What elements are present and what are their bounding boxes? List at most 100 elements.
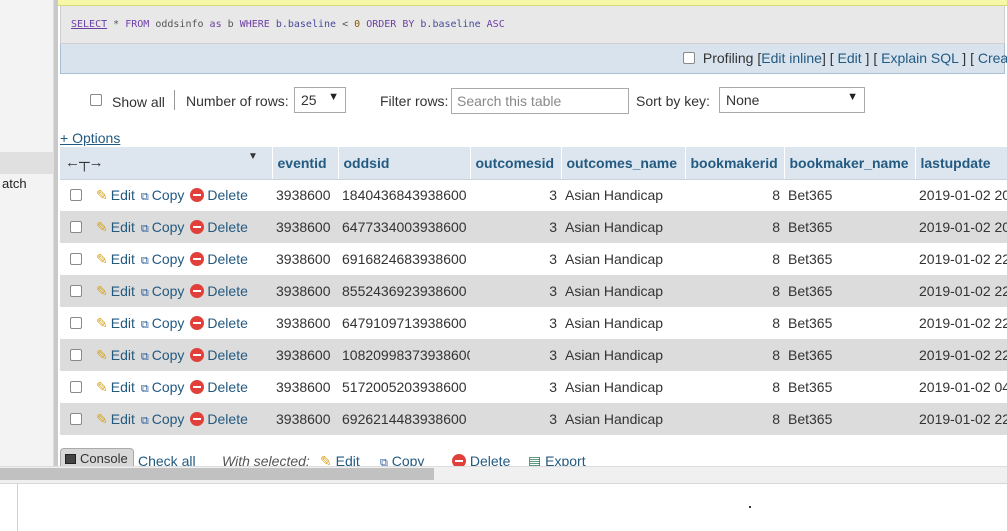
row-copy-button[interactable]: ⧉ Copy bbox=[141, 283, 185, 300]
cell-lastupdate[interactable]: 2019-01-02 04: bbox=[915, 371, 1007, 403]
create-php-code-link[interactable]: Create F bbox=[978, 50, 1007, 66]
console-tab[interactable]: Console bbox=[60, 448, 134, 466]
cell-outcomesid[interactable]: 3 bbox=[470, 179, 561, 211]
bulk-delete-button[interactable]: Delete bbox=[452, 453, 510, 466]
cell-bookmakerid[interactable]: 8 bbox=[685, 403, 784, 435]
row-copy-button[interactable]: ⧉ Copy bbox=[141, 315, 185, 332]
cell-outcomesid[interactable]: 3 bbox=[470, 211, 561, 243]
column-header[interactable]: eventid bbox=[272, 147, 339, 180]
cell-outcomes_name[interactable]: Asian Handicap bbox=[561, 211, 685, 243]
cell-eventid[interactable]: 3938600 bbox=[272, 211, 338, 243]
cell-outcomes_name[interactable]: Asian Handicap bbox=[561, 371, 685, 403]
row-edit-button[interactable]: ✎ Edit bbox=[96, 315, 135, 332]
cell-oddsid[interactable]: 10820998373938600 bbox=[338, 339, 470, 371]
column-header[interactable]: bookmaker_name bbox=[784, 147, 916, 180]
row-delete-button[interactable]: Delete bbox=[190, 315, 248, 331]
table-row[interactable]: ✎ Edit ⧉ Copy Delete 3938600 6916824683938600 3… bbox=[60, 243, 1007, 275]
column-header[interactable]: outcomes_name bbox=[561, 147, 686, 180]
table-row[interactable]: ✎ Edit ⧉ Copy Delete 3938600 6479109713938600 3… bbox=[60, 307, 1007, 339]
row-edit-button[interactable]: ✎ Edit bbox=[96, 187, 135, 204]
row-edit-button[interactable]: ✎ Edit bbox=[96, 379, 135, 396]
cell-oddsid[interactable]: 1840436843938600 bbox=[338, 179, 470, 211]
row-delete-button[interactable]: Delete bbox=[190, 283, 248, 299]
row-edit-button[interactable]: ✎ Edit bbox=[96, 283, 135, 300]
check-all-link[interactable]: Check all bbox=[138, 453, 196, 466]
cell-outcomes_name[interactable]: Asian Handicap bbox=[561, 179, 685, 211]
cell-bookmaker_name[interactable]: Bet365 bbox=[784, 339, 915, 371]
row-copy-button[interactable]: ⧉ Copy bbox=[141, 379, 185, 396]
cell-outcomesid[interactable]: 3 bbox=[470, 307, 561, 339]
row-delete-button[interactable]: Delete bbox=[190, 187, 248, 203]
bulk-export-button[interactable]: ▤ Export bbox=[528, 453, 586, 466]
cell-oddsid[interactable]: 6477334003938600 bbox=[338, 211, 470, 243]
cell-bookmakerid[interactable]: 8 bbox=[685, 179, 784, 211]
cell-bookmaker_name[interactable]: Bet365 bbox=[784, 243, 915, 275]
row-delete-button[interactable]: Delete bbox=[190, 219, 248, 235]
cell-outcomes_name[interactable]: Asian Handicap bbox=[561, 243, 685, 275]
cell-bookmakerid[interactable]: 8 bbox=[685, 211, 784, 243]
row-edit-button[interactable]: ✎ Edit bbox=[96, 251, 135, 268]
cell-oddsid[interactable]: 6479109713938600 bbox=[338, 307, 470, 339]
cell-lastupdate[interactable]: 2019-01-02 20: bbox=[915, 179, 1007, 211]
table-row[interactable]: ✎ Edit ⧉ Copy Delete 3938600 1840436843938600 3… bbox=[60, 179, 1007, 211]
cell-bookmakerid[interactable]: 8 bbox=[685, 307, 784, 339]
column-header[interactable]: lastupdate bbox=[915, 147, 1007, 180]
cell-outcomesid[interactable]: 3 bbox=[470, 243, 561, 275]
cell-outcomesid[interactable]: 3 bbox=[470, 403, 561, 435]
column-header[interactable]: oddsid bbox=[338, 147, 471, 180]
table-row[interactable]: ✎ Edit ⧉ Copy Delete 3938600 6926214483938600 3… bbox=[60, 403, 1007, 435]
options-toggle-link[interactable]: + Options bbox=[60, 130, 120, 146]
cell-eventid[interactable]: 3938600 bbox=[272, 403, 338, 435]
edit-inline-link[interactable]: Edit inline bbox=[761, 50, 822, 66]
row-copy-button[interactable]: ⧉ Copy bbox=[141, 251, 185, 268]
cell-lastupdate[interactable]: 2019-01-02 22: bbox=[915, 339, 1007, 371]
cell-oddsid[interactable]: 6916824683938600 bbox=[338, 243, 470, 275]
table-row[interactable]: ✎ Edit ⧉ Copy Delete 3938600 6477334003938600 3… bbox=[60, 211, 1007, 243]
row-checkbox[interactable] bbox=[70, 188, 82, 201]
row-checkbox[interactable] bbox=[70, 252, 82, 265]
cell-outcomesid[interactable]: 3 bbox=[470, 339, 561, 371]
row-copy-button[interactable]: ⧉ Copy bbox=[141, 411, 185, 428]
cell-eventid[interactable]: 3938600 bbox=[272, 179, 338, 211]
table-row[interactable]: ✎ Edit ⧉ Copy Delete 3938600 5172005203938600 3… bbox=[60, 371, 1007, 403]
row-delete-button[interactable]: Delete bbox=[190, 411, 248, 427]
cell-outcomesid[interactable]: 3 bbox=[470, 275, 561, 307]
cell-outcomesid[interactable]: 3 bbox=[470, 371, 561, 403]
table-row[interactable]: ✎ Edit ⧉ Copy Delete 3938600 10820998373938600… bbox=[60, 339, 1007, 371]
row-checkbox[interactable] bbox=[70, 316, 82, 329]
cell-lastupdate[interactable]: 2019-01-02 20: bbox=[915, 211, 1007, 243]
row-delete-button[interactable]: Delete bbox=[190, 347, 248, 363]
cell-eventid[interactable]: 3938600 bbox=[272, 339, 338, 371]
row-checkbox[interactable] bbox=[70, 412, 82, 425]
cell-bookmaker_name[interactable]: Bet365 bbox=[784, 371, 915, 403]
cell-outcomes_name[interactable]: Asian Handicap bbox=[561, 339, 685, 371]
row-checkbox[interactable] bbox=[70, 380, 82, 393]
bulk-edit-button[interactable]: ✎ Edit bbox=[320, 453, 360, 466]
row-edit-button[interactable]: ✎ Edit bbox=[96, 411, 135, 428]
row-delete-button[interactable]: Delete bbox=[190, 379, 248, 395]
row-edit-button[interactable]: ✎ Edit bbox=[96, 347, 135, 364]
cell-outcomes_name[interactable]: Asian Handicap bbox=[561, 307, 685, 339]
row-delete-button[interactable]: Delete bbox=[190, 251, 248, 267]
row-copy-button[interactable]: ⧉ Copy bbox=[141, 347, 185, 364]
explain-sql-link[interactable]: Explain SQL bbox=[881, 50, 958, 66]
cell-bookmaker_name[interactable]: Bet365 bbox=[784, 179, 915, 211]
cell-bookmaker_name[interactable]: Bet365 bbox=[784, 403, 915, 435]
cell-lastupdate[interactable]: 2019-01-02 22: bbox=[915, 275, 1007, 307]
cell-oddsid[interactable]: 8552436923938600 bbox=[338, 275, 470, 307]
left-panel-item-label[interactable]: atch bbox=[2, 176, 27, 191]
cell-bookmaker_name[interactable]: Bet365 bbox=[784, 275, 915, 307]
cell-bookmaker_name[interactable]: Bet365 bbox=[784, 211, 915, 243]
row-checkbox[interactable] bbox=[70, 348, 82, 361]
row-checkbox[interactable] bbox=[70, 220, 82, 233]
cell-eventid[interactable]: 3938600 bbox=[272, 243, 338, 275]
cell-oddsid[interactable]: 5172005203938600 bbox=[338, 371, 470, 403]
profiling-checkbox[interactable] bbox=[683, 52, 695, 64]
row-checkbox[interactable] bbox=[70, 284, 82, 297]
cell-eventid[interactable]: 3938600 bbox=[272, 275, 338, 307]
cell-eventid[interactable]: 3938600 bbox=[272, 371, 338, 403]
left-panel-selected-row[interactable] bbox=[0, 152, 54, 174]
row-edit-button[interactable]: ✎ Edit bbox=[96, 219, 135, 236]
cell-bookmakerid[interactable]: 8 bbox=[685, 371, 784, 403]
cell-lastupdate[interactable]: 2019-01-02 22: bbox=[915, 243, 1007, 275]
